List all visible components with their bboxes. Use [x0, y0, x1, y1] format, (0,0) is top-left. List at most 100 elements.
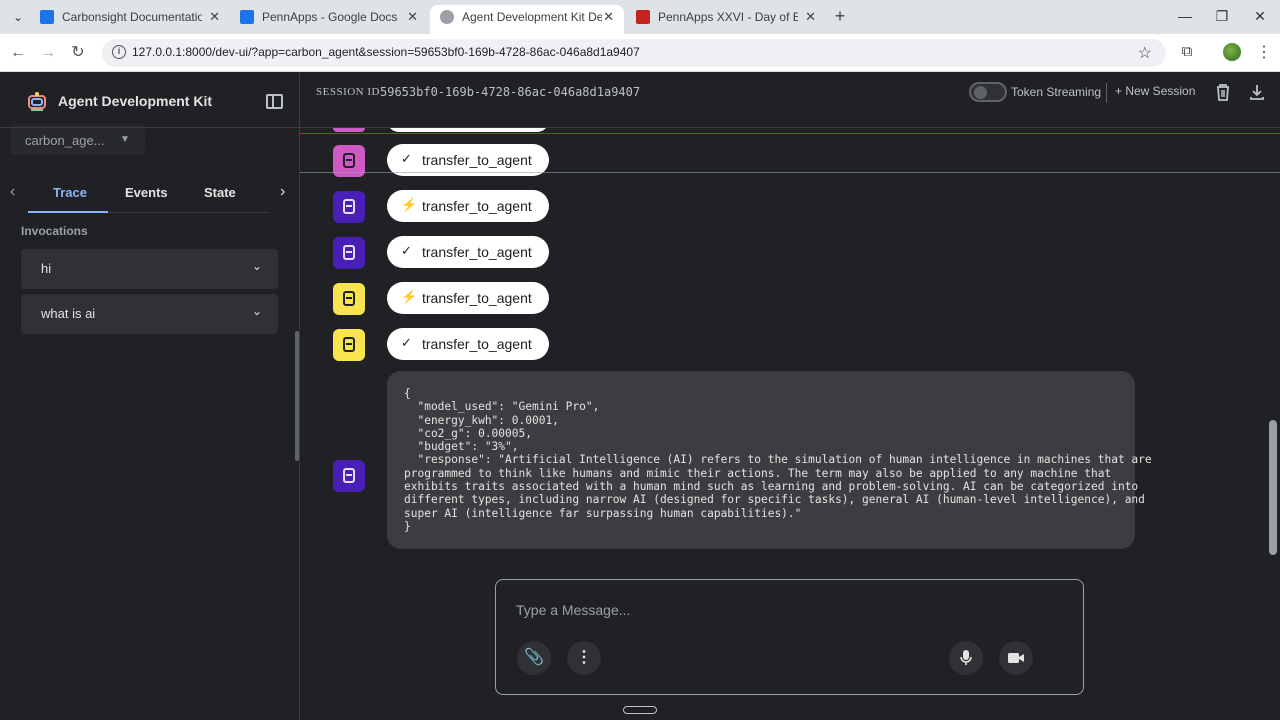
robot-icon [343, 468, 355, 483]
resize-handle[interactable] [623, 706, 657, 714]
event-label: transfer_to_agent [422, 290, 532, 306]
invocations-title: Invocations [21, 224, 88, 238]
new-session-button[interactable]: + New Session [1115, 84, 1195, 98]
agent-avatar[interactable] [333, 329, 365, 361]
event-label: transfer_to_agent [422, 152, 532, 168]
event-chip[interactable] [387, 128, 549, 132]
tab-title: PennApps XXVI - Day of Events [658, 10, 798, 24]
chat-scrollbar[interactable] [1269, 420, 1277, 555]
docs-favicon-icon [40, 10, 54, 24]
close-tab-icon[interactable]: ✕ [209, 5, 220, 29]
robot-icon [343, 245, 355, 260]
agent-response-text: { "model_used": "Gemini Pro", "energy_kw… [404, 387, 1152, 533]
minimize-icon[interactable]: — [1172, 6, 1198, 26]
close-window-icon[interactable]: ✕ [1247, 6, 1273, 26]
side-tabs: ‹ Trace Events State › [0, 173, 300, 213]
function-call-chip[interactable]: ⚡ transfer_to_agent [387, 282, 549, 314]
tabs-scroll-right-icon[interactable]: › [280, 183, 285, 201]
extensions-puzzle-icon[interactable]: ⧉ [1178, 43, 1196, 61]
invocation-item[interactable]: hi ⌄ [21, 249, 278, 289]
bolt-icon: ⚡ [401, 197, 418, 212]
browser-tab-pennapps-docs[interactable]: PennApps - Google Docs ✕ [230, 5, 428, 34]
check-icon: ✓ [401, 243, 412, 258]
tab-trace[interactable]: Trace [53, 185, 87, 200]
agent-avatar[interactable] [333, 128, 365, 132]
browser-tab-carbonsight[interactable]: Carbonsight Documentation - G ✕ [30, 5, 230, 34]
new-tab-plus-icon[interactable]: + [830, 6, 850, 26]
more-options-button[interactable]: ⋮ [567, 641, 601, 675]
drag-guide-line-secondary [300, 172, 1280, 173]
sidebar-scrollbar[interactable] [295, 331, 299, 461]
videocam-icon [1008, 653, 1024, 663]
attach-file-button[interactable]: 📎 [517, 641, 551, 675]
chevron-down-icon: ⌄ [251, 259, 262, 273]
plus-icon: + [1115, 84, 1126, 98]
url-text[interactable]: 127.0.0.1:8000/dev-ui/?app=carbon_agent&… [132, 45, 640, 59]
token-streaming-toggle[interactable] [969, 82, 1007, 102]
mic-icon [960, 650, 972, 665]
video-button[interactable] [999, 641, 1033, 675]
close-tab-icon[interactable]: ✕ [407, 5, 418, 29]
check-icon: ✓ [401, 151, 412, 166]
function-response-chip[interactable]: ✓ transfer_to_agent [387, 328, 549, 360]
tab-title: Carbonsight Documentation - G [62, 10, 202, 24]
robot-icon [343, 199, 355, 214]
bookmark-star-icon[interactable]: ☆ [1138, 43, 1152, 63]
tab-active-indicator [28, 211, 108, 213]
tabs-scroll-left-icon[interactable]: ‹ [10, 183, 15, 201]
docs-favicon-icon [240, 10, 254, 24]
tab-title: PennApps - Google Docs [262, 10, 398, 24]
microphone-button[interactable] [949, 641, 983, 675]
agent-avatar[interactable] [333, 283, 365, 315]
agent-response-bubble: { "model_used": "Gemini Pro", "energy_kw… [387, 371, 1152, 549]
bolt-icon: ⚡ [401, 289, 418, 304]
download-icon[interactable] [1248, 83, 1266, 101]
robot-icon [343, 291, 355, 306]
invocation-item[interactable]: what is ai ⌄ [21, 294, 278, 334]
event-label: transfer_to_agent [422, 244, 532, 260]
tab-state[interactable]: State [204, 185, 236, 200]
agent-select[interactable]: carbon_age... ▼ [10, 125, 145, 155]
reload-icon[interactable]: ↻ [68, 43, 88, 63]
paperclip-icon: 📎 [524, 649, 544, 666]
close-tab-icon[interactable]: ✕ [805, 5, 816, 29]
adk-favicon-icon [440, 10, 454, 24]
agent-avatar[interactable] [333, 191, 365, 223]
sidebar: Agent Development Kit carbon_age... ▼ ‹ … [0, 73, 300, 720]
invocation-label: what is ai [41, 306, 96, 321]
restore-icon[interactable]: ❐ [1209, 6, 1235, 26]
event-label: transfer_to_agent [422, 336, 532, 352]
browser-tab-pennapps-events[interactable]: PennApps XXVI - Day of Events ✕ [626, 5, 826, 34]
session-id-value: 59653bf0-169b-4728-86ac-046a8d1a9407 [380, 85, 641, 99]
chat-panel: ✓ transfer_to_agent ⚡ transfer_to_agent ✓ tra… [300, 128, 1280, 720]
header-divider [1106, 83, 1107, 103]
browser-tab-adk-dev-ui[interactable]: Agent Development Kit Dev UI ✕ [430, 5, 624, 34]
agent-avatar[interactable] [333, 237, 365, 269]
more-vert-icon: ⋮ [576, 649, 592, 666]
tab-events[interactable]: Events [125, 185, 168, 200]
close-tab-icon[interactable]: ✕ [603, 5, 614, 29]
adk-app: Agent Development Kit carbon_age... ▼ ‹ … [0, 73, 1280, 720]
toggle-knob [974, 86, 987, 99]
events-favicon-icon [636, 10, 650, 24]
omnibox[interactable]: i 127.0.0.1:8000/dev-ui/?app=carbon_agen… [102, 39, 1166, 67]
site-info-icon[interactable]: i [112, 45, 126, 59]
session-header: SESSION ID 59653bf0-169b-4728-86ac-046a8… [300, 73, 1280, 113]
delete-session-trash-icon[interactable] [1214, 83, 1232, 101]
invocation-label: hi [41, 261, 52, 276]
function-response-chip[interactable]: ✓ transfer_to_agent [387, 236, 549, 268]
function-call-chip[interactable]: ⚡ transfer_to_agent [387, 190, 549, 222]
token-streaming-label: Token Streaming [1011, 85, 1102, 99]
event-label: transfer_to_agent [422, 198, 532, 214]
collapse-sidebar-icon[interactable] [266, 94, 283, 109]
back-arrow-icon[interactable]: ← [8, 43, 28, 63]
browser-menu-icon[interactable]: ⋮ [1256, 42, 1272, 62]
tab-search-chevron-icon[interactable]: ⌄ [8, 8, 28, 26]
forward-arrow-icon[interactable]: → [38, 43, 58, 63]
message-input[interactable] [516, 602, 1056, 618]
check-icon: ✓ [401, 335, 412, 350]
new-session-label: New Session [1125, 84, 1196, 98]
profile-avatar[interactable] [1223, 43, 1241, 61]
agent-avatar[interactable] [333, 460, 365, 492]
caret-down-icon: ▼ [120, 134, 130, 145]
